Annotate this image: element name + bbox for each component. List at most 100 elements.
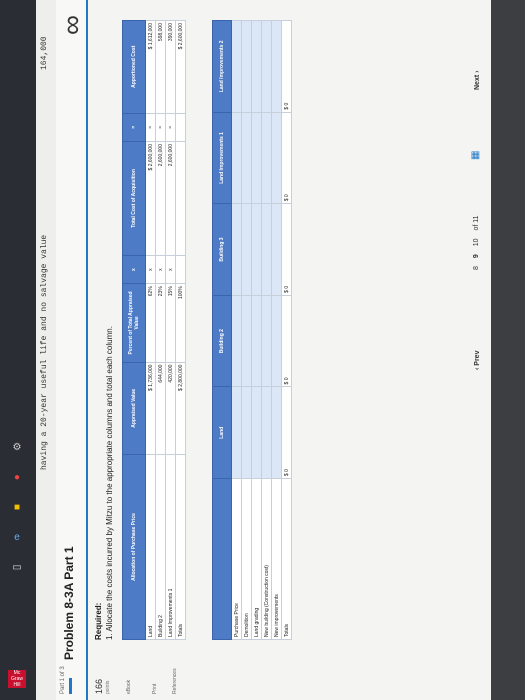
- input-cell[interactable]: [241, 112, 252, 204]
- folder-yellow-icon[interactable]: ■: [10, 500, 24, 514]
- table-row: Demolition: [241, 20, 252, 640]
- input-cell[interactable]: [231, 203, 242, 296]
- input-cell[interactable]: [271, 386, 282, 479]
- input-cell[interactable]: [271, 295, 282, 387]
- input-cell[interactable]: [271, 20, 282, 113]
- chrome-icon[interactable]: ●: [10, 470, 24, 484]
- allocation-table: Allocation of Purchase Price Appraised V…: [122, 20, 186, 640]
- table-row: New building (Construction cost): [261, 20, 272, 640]
- input-cell[interactable]: [231, 20, 242, 113]
- print-link[interactable]: Print: [152, 684, 158, 694]
- col-header: Allocation of Purchase Price: [122, 454, 146, 640]
- input-cell[interactable]: [251, 203, 262, 296]
- page-9-button[interactable]: 9: [473, 254, 480, 258]
- prev-button[interactable]: ‹ Prev: [474, 351, 481, 370]
- points-label: points: [105, 680, 111, 694]
- page-numbers: 8 9 10 of 11: [473, 209, 480, 270]
- appraised-value: 644,000: [155, 362, 166, 455]
- total-cost-value[interactable]: 2,600,000: [155, 141, 166, 256]
- col-header-building-3: Building 3: [212, 203, 232, 296]
- ebook-link[interactable]: eBook: [126, 680, 132, 694]
- edge-icon[interactable]: e: [10, 530, 24, 544]
- page-8-button[interactable]: 8: [473, 266, 480, 270]
- pagination-bar: ‹ Prev 8 9 10 of 11 ▦ Next ›: [456, 0, 491, 700]
- page-10-button[interactable]: 10: [473, 238, 480, 246]
- browser-page: having a 20-year useful life and no salv…: [36, 0, 491, 700]
- total-cost-value[interactable]: 2,600,000: [165, 141, 176, 256]
- row-label: Land: [145, 454, 156, 640]
- col-header-building-2: Building 2: [212, 295, 232, 387]
- page-count: of 11: [473, 215, 480, 231]
- cost-distribution-table: Land Building 2 Building 3 Land Improvem…: [212, 20, 292, 640]
- input-cell[interactable]: [261, 112, 272, 204]
- percent-value[interactable]: 100%: [175, 283, 186, 363]
- question-value: 164,000: [40, 36, 49, 70]
- table-row: Building 2 644,000 23% x 2,600,000 = 598…: [155, 20, 166, 640]
- input-cell[interactable]: [261, 203, 272, 296]
- table-row: Totals $ 2,800,000 100% $ 2,600,000: [175, 20, 186, 640]
- col-header-land-improvements-1: Land Improvements 1: [212, 112, 232, 204]
- appraised-value: $ 1,736,000: [145, 362, 156, 455]
- percent-value[interactable]: 62%: [145, 283, 156, 363]
- row-label: Purchase Price: [231, 478, 242, 640]
- input-cell[interactable]: [241, 203, 252, 296]
- settings-icon[interactable]: ⚙: [10, 440, 24, 454]
- total-cost-value[interactable]: $ 2,600,000: [145, 141, 156, 256]
- table-row: Land Improvements 1 420,000 15% x 2,600,…: [165, 20, 176, 640]
- next-label: Next: [474, 74, 481, 90]
- taskbar: Mc Graw Hill ▭ e ■ ● ⚙: [0, 0, 36, 700]
- row-label: Demolition: [241, 478, 252, 640]
- input-cell[interactable]: [231, 386, 242, 479]
- times-symbol: x: [145, 255, 156, 284]
- appraised-value: $ 2,800,000: [175, 362, 186, 455]
- col-header: Apportioned Cost: [122, 20, 146, 114]
- input-cell[interactable]: [261, 386, 272, 479]
- input-cell[interactable]: [231, 112, 242, 204]
- col-header: Percent of Total Appraised Value: [122, 283, 146, 363]
- sidebar: 166 points eBook Print References: [88, 650, 488, 700]
- apportioned-cost[interactable]: $ 2,600,000: [175, 20, 186, 114]
- col-header: Total Cost of Acquisition: [122, 141, 146, 256]
- total-cell: $ 0: [281, 295, 292, 387]
- table-row: Land grading: [251, 20, 262, 640]
- input-cell[interactable]: [271, 112, 282, 204]
- col-header-land: Land: [212, 386, 232, 479]
- total-cell: $ 0: [281, 386, 292, 479]
- table-row: Land $ 1,736,000 62% x $ 2,600,000 = $ 1…: [145, 20, 156, 640]
- folder-icon[interactable]: ▭: [10, 560, 24, 574]
- start-app-icon[interactable]: Mc Graw Hill: [8, 670, 26, 688]
- total-cell: $ 0: [281, 203, 292, 296]
- table-row: Purchase Price: [231, 20, 242, 640]
- row-label: Land grading: [251, 478, 262, 640]
- percent-value[interactable]: 15%: [165, 283, 176, 363]
- input-cell[interactable]: [241, 295, 252, 387]
- apportioned-cost[interactable]: 390,000: [165, 20, 176, 114]
- top-question-strip: having a 20-year useful life and no salv…: [36, 0, 56, 700]
- equals-symbol: =: [145, 113, 156, 142]
- input-cell[interactable]: [271, 203, 282, 296]
- next-button[interactable]: Next ›: [474, 71, 481, 90]
- times-symbol: x: [155, 255, 166, 284]
- grid-icon[interactable]: ▦: [470, 151, 481, 160]
- percent-value[interactable]: 23%: [155, 283, 166, 363]
- prev-label: Prev: [474, 350, 481, 366]
- references-link[interactable]: References: [172, 668, 178, 694]
- input-cell[interactable]: [251, 386, 262, 479]
- input-cell[interactable]: [251, 20, 262, 113]
- total-cost-value: [175, 141, 186, 256]
- apportioned-cost[interactable]: $ 1,612,000: [145, 20, 156, 114]
- input-cell[interactable]: [251, 295, 262, 387]
- input-cell[interactable]: [261, 20, 272, 113]
- input-cell[interactable]: [231, 295, 242, 387]
- row-label: New improvements: [271, 478, 282, 640]
- question-text: having a 20-year useful life and no salv…: [40, 234, 49, 470]
- input-cell[interactable]: [261, 295, 272, 387]
- required-label: Required:: [94, 602, 103, 640]
- input-cell[interactable]: [251, 112, 262, 204]
- input-cell[interactable]: [241, 386, 252, 479]
- input-cell[interactable]: [241, 20, 252, 113]
- col-header-land-improvements-2: Land Improvements 2: [212, 20, 232, 113]
- row-label: New building (Construction cost): [261, 478, 272, 640]
- apportioned-cost[interactable]: 598,000: [155, 20, 166, 114]
- part-progress: [69, 678, 72, 694]
